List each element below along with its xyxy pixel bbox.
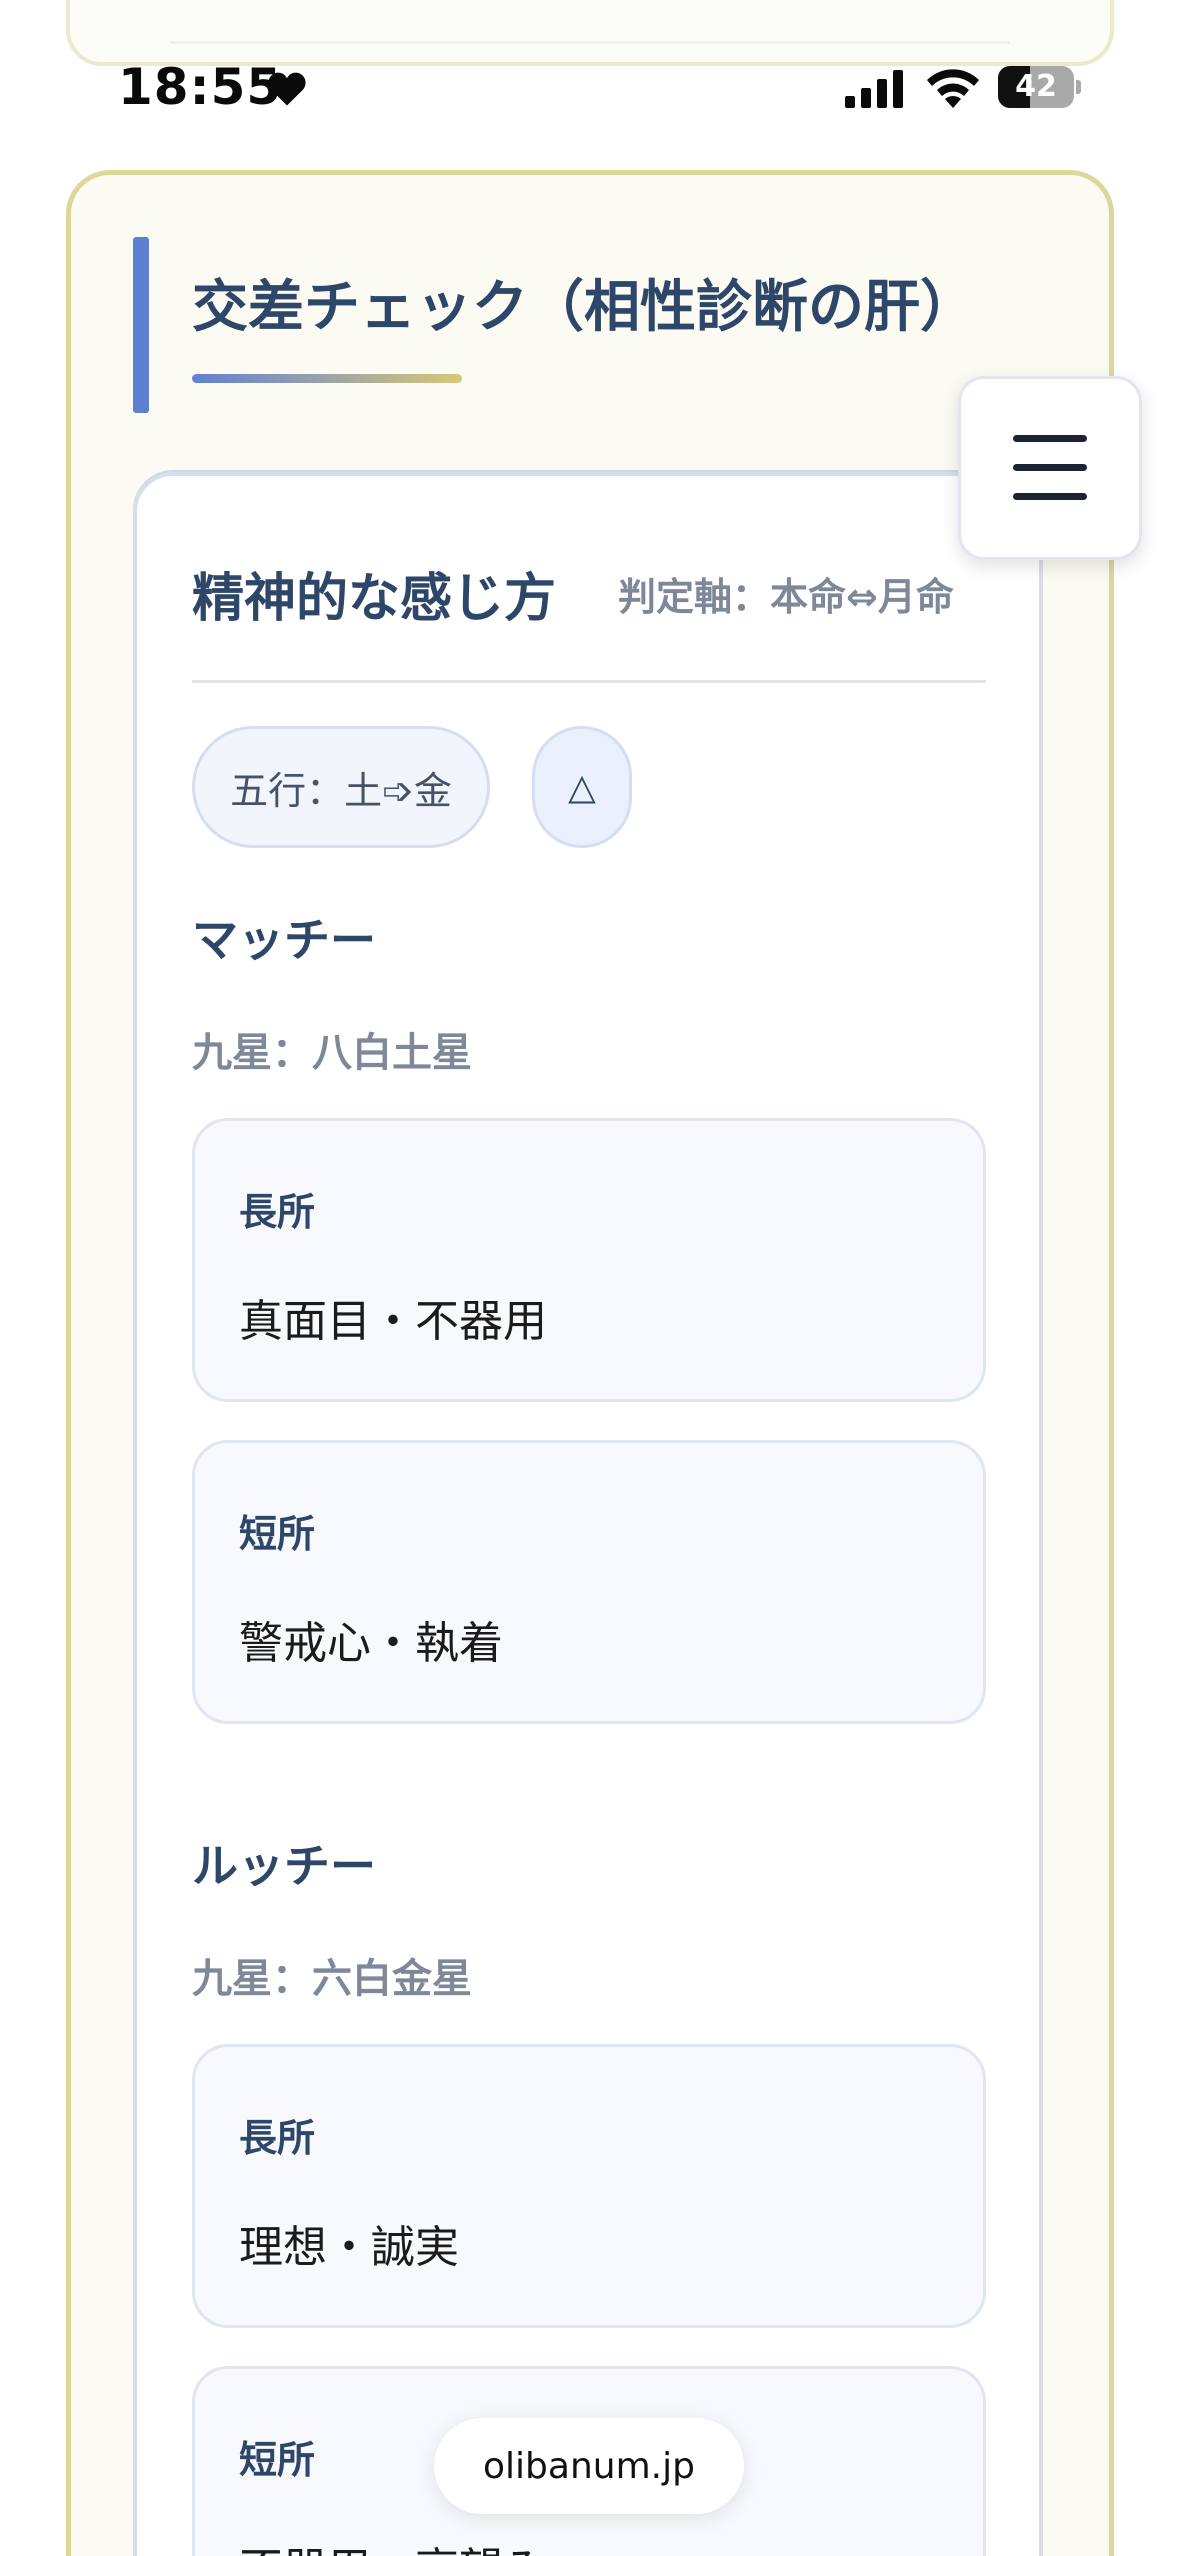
menu-button[interactable]	[958, 376, 1142, 560]
battery-level: 42	[1015, 69, 1057, 104]
strengths-box: 長所 真面目・不器用	[192, 1118, 986, 1402]
person-kyusei: 九星：八白土星	[192, 1030, 472, 1076]
strengths-label: 長所	[239, 1190, 316, 1234]
previous-card-divider	[170, 41, 1010, 44]
weaknesses-text: 警戒心・執着	[239, 1618, 503, 1669]
strengths-text: 理想・誠実	[239, 2222, 459, 2273]
compatibility-mark-badge: △	[532, 726, 632, 848]
section-title-accent-bar	[133, 237, 149, 413]
weaknesses-label: 短所	[239, 2438, 316, 2482]
signal-icon	[845, 70, 903, 108]
url-bar[interactable]: olibanum.jp	[434, 2418, 744, 2514]
person-kyusei: 九星：六白金星	[192, 1956, 472, 2002]
previous-section-card	[66, 0, 1114, 66]
wifi-icon	[927, 69, 979, 108]
card-heading: 精神的な感じ方	[192, 569, 557, 629]
judge-axis: 判定軸：本命⇔月命	[618, 575, 954, 619]
person-name: マッチー	[192, 913, 376, 967]
strengths-box: 長所 理想・誠実	[192, 2044, 986, 2328]
hamburger-menu-icon	[1013, 435, 1087, 500]
heart-icon	[268, 72, 306, 106]
section-title-underline	[192, 374, 462, 383]
section-title: 交差チェック（相性診断の肝）	[192, 275, 976, 340]
battery-cap	[1076, 80, 1081, 94]
status-bar: 18:55 42	[0, 58, 1179, 118]
battery-icon: 42	[998, 66, 1074, 108]
person-name: ルッチー	[192, 1839, 376, 1893]
strengths-label: 長所	[239, 2116, 316, 2160]
gogyo-badge: 五行：土➩金	[192, 726, 490, 848]
weaknesses-box: 短所 警戒心・執着	[192, 1440, 986, 1724]
weaknesses-text: 不器用・高望み	[239, 2533, 547, 2556]
heading-divider	[192, 680, 986, 683]
status-time: 18:55	[118, 58, 283, 116]
weaknesses-label: 短所	[239, 1512, 316, 1556]
page: 18:55 42 交差チェック（相性診断の肝） 精神的な感じ方 判定軸：本命⇔月…	[0, 0, 1179, 2556]
strengths-text: 真面目・不器用	[239, 1296, 547, 1347]
